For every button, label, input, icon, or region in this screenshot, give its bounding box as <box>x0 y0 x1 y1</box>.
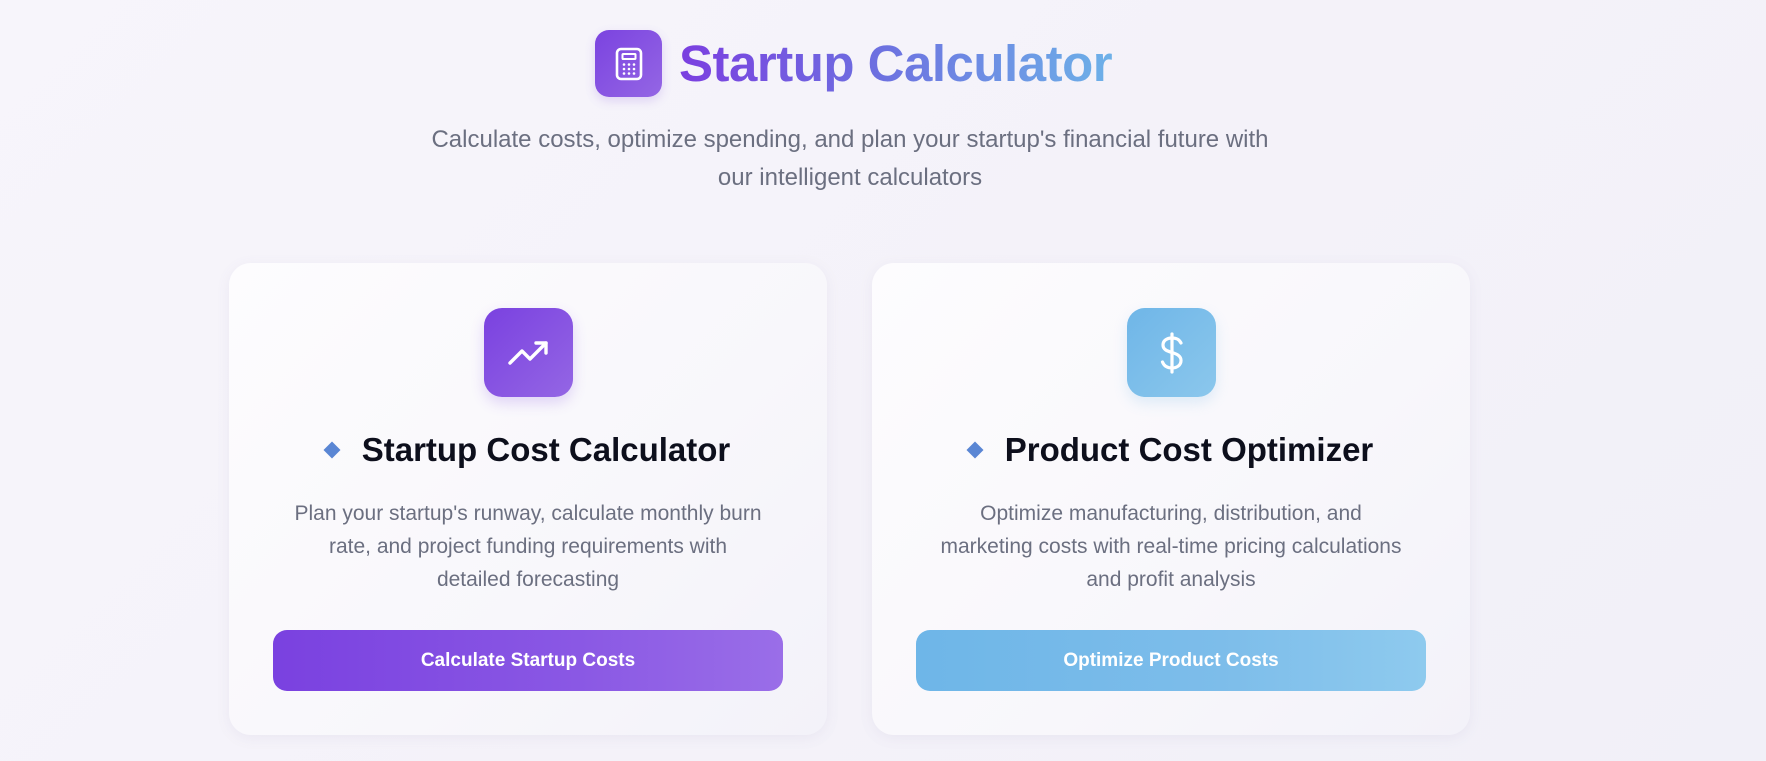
diamond-icon <box>323 441 341 459</box>
card-description-line: marketing costs with real-time pricing c… <box>940 535 1402 558</box>
card-description-line: rate, and project funding requirements w… <box>328 535 728 558</box>
card-description-line: Plan your startup's runway, calculate mo… <box>294 502 762 525</box>
app-logo <box>595 30 662 97</box>
trending-up-icon <box>507 340 548 365</box>
card-description-line: and profit analysis <box>1086 568 1256 591</box>
card-heading: Startup Cost Calculator <box>229 431 827 469</box>
card-icon-box <box>484 308 573 397</box>
dollar-icon <box>1160 331 1183 374</box>
card-description: Plan your startup's runway, calculate mo… <box>273 497 783 596</box>
card-title: Startup Cost Calculator <box>361 431 731 468</box>
calculate-startup-costs-button[interactable]: Calculate Startup Costs <box>273 630 783 691</box>
subtitle-line-1: Calculate costs, optimize spending, and … <box>431 126 1269 153</box>
card-title: Product Cost Optimizer <box>1004 431 1374 468</box>
optimize-product-costs-button[interactable]: Optimize Product Costs <box>916 630 1426 691</box>
title-row: Startup Calculator <box>595 30 1113 97</box>
card-description: Optimize manufacturing, distribution, an… <box>916 497 1426 596</box>
subtitle-line-2: our intelligent calculators <box>717 164 983 191</box>
card-description-line: Optimize manufacturing, distribution, an… <box>980 502 1362 525</box>
startup-cost-card: Startup Cost Calculator Plan your startu… <box>229 263 827 735</box>
product-cost-card: Product Cost Optimizer Optimize manufact… <box>872 263 1470 735</box>
diamond-icon <box>966 441 984 459</box>
card-icon-box <box>1127 308 1216 397</box>
card-heading: Product Cost Optimizer <box>872 431 1470 469</box>
page-title: Startup Calculator <box>679 35 1113 92</box>
card-description-line: detailed forecasting <box>436 568 620 591</box>
calculator-icon <box>615 47 642 80</box>
page-subtitle: Calculate costs, optimize spending, and … <box>383 121 1317 197</box>
